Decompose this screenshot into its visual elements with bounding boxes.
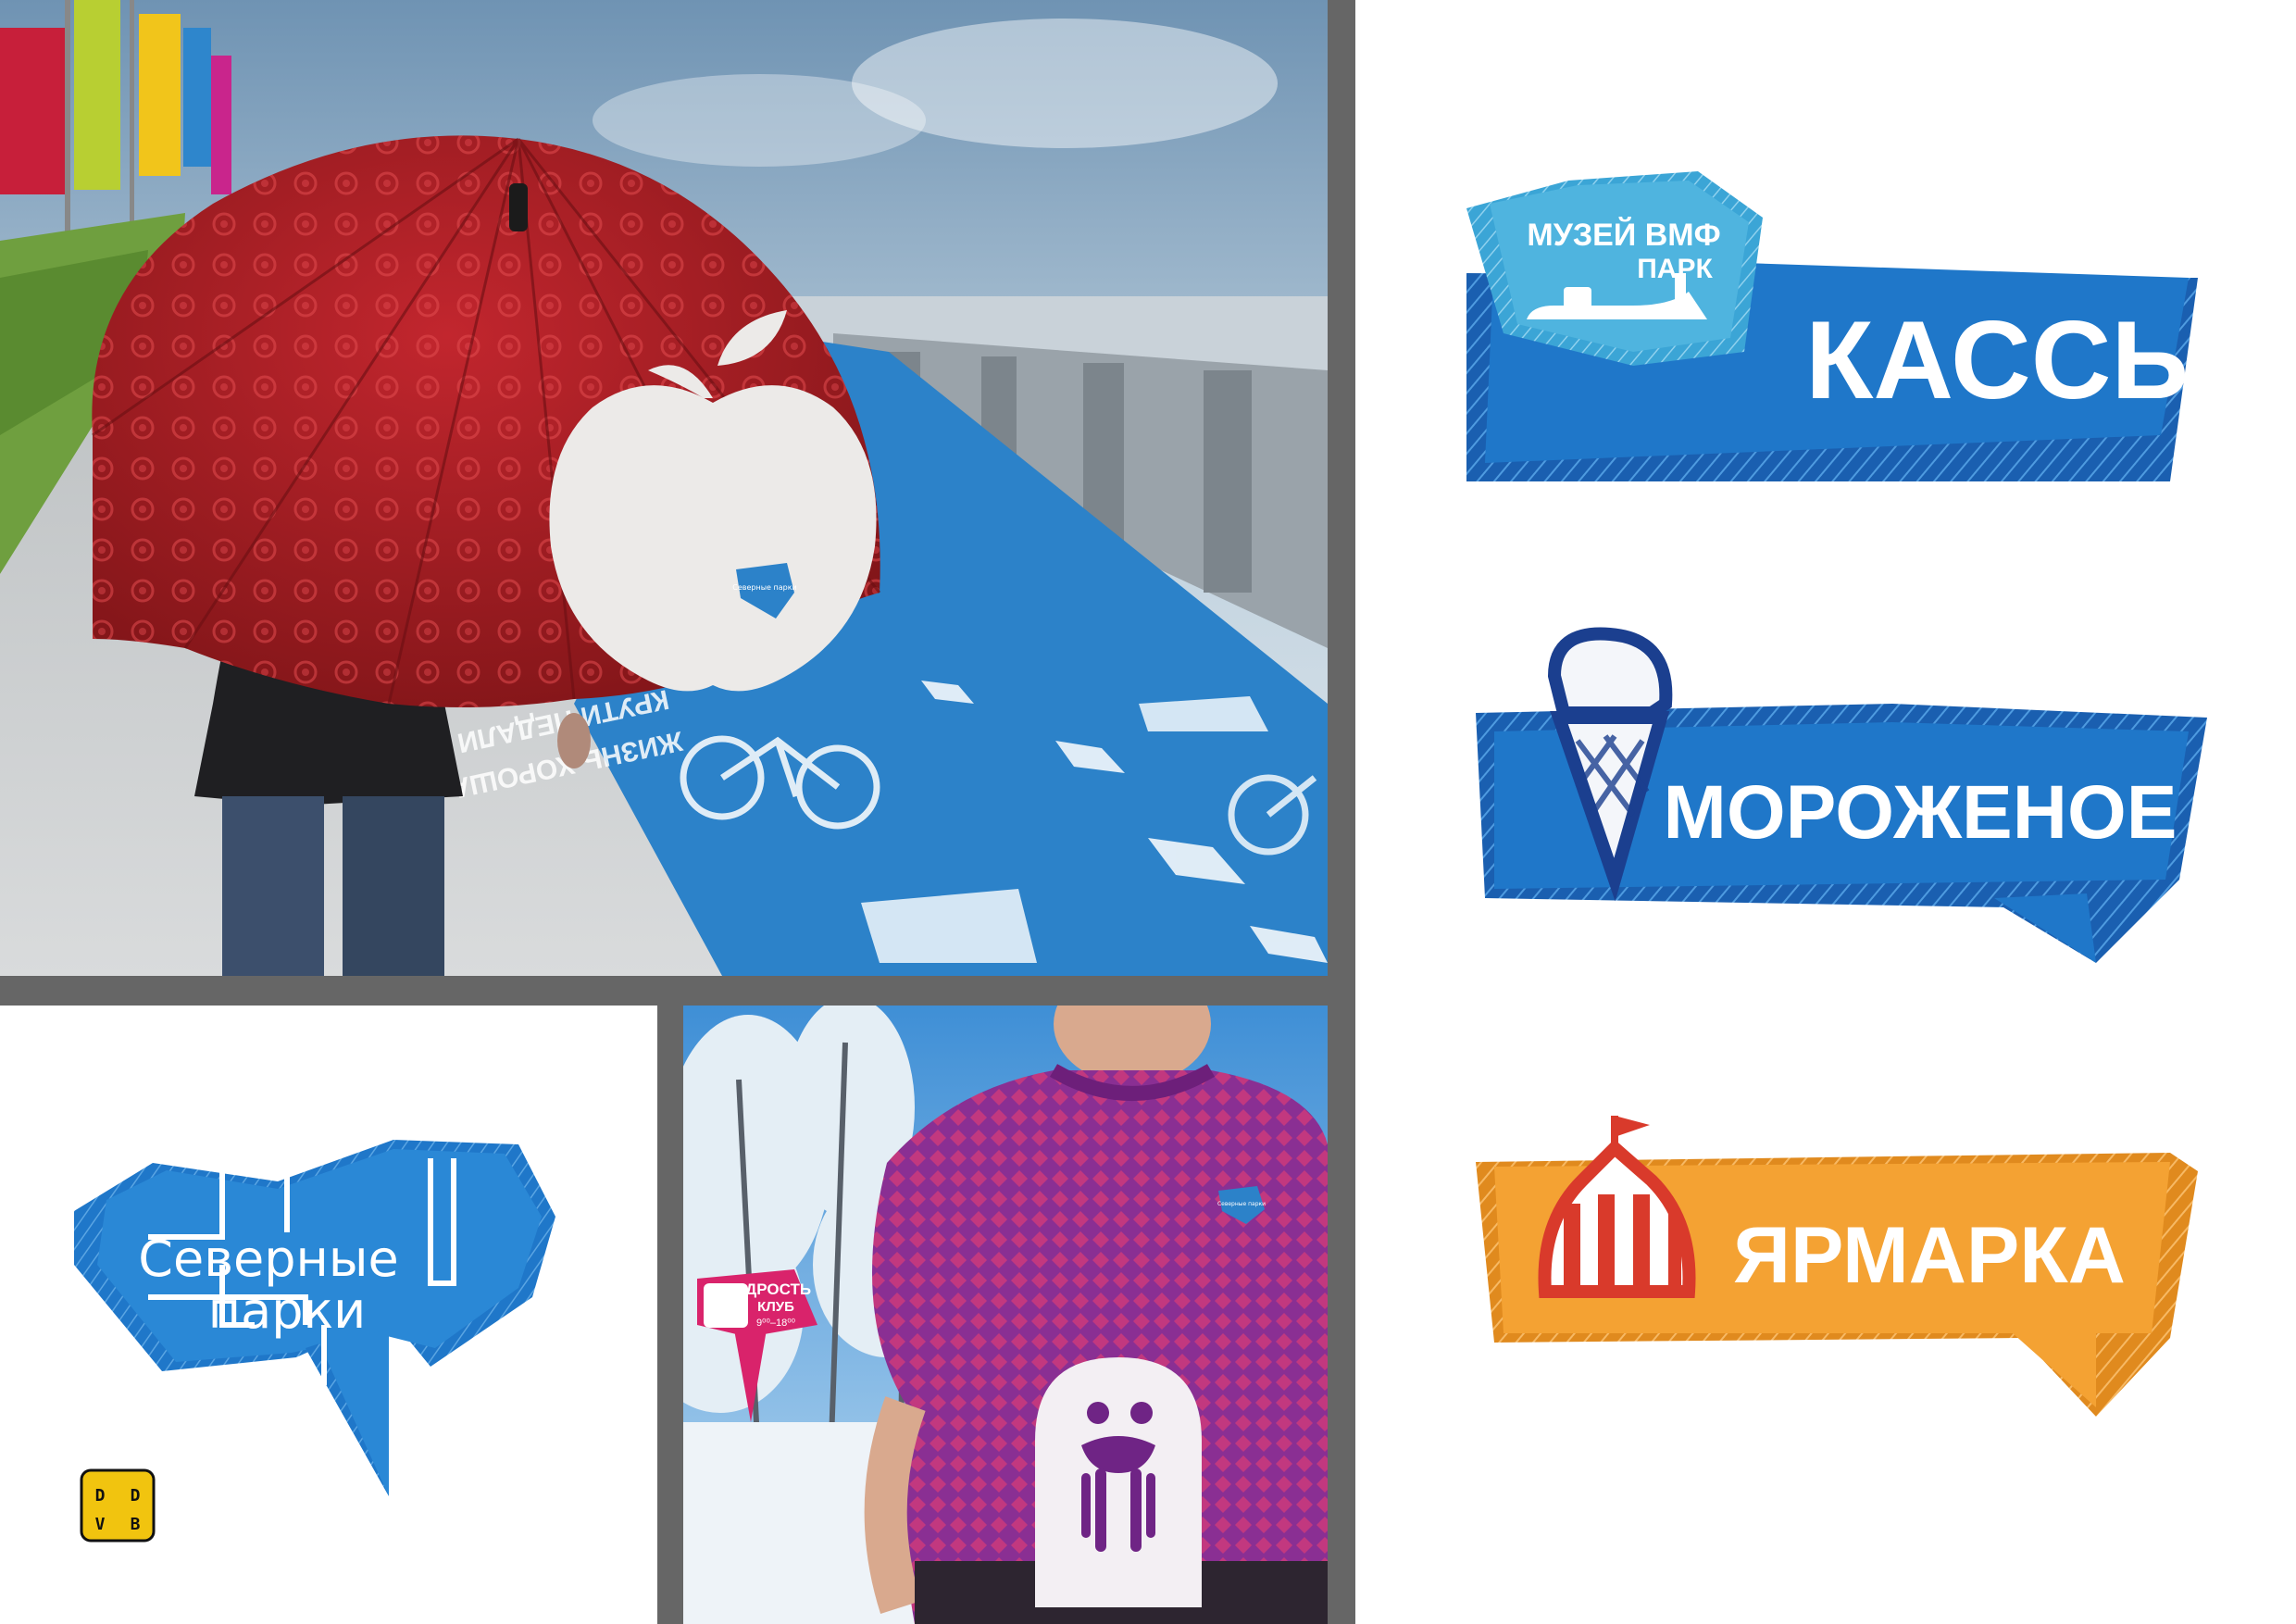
divider <box>657 1006 683 1624</box>
mini-logo-text: Северные парки <box>1217 1201 1266 1207</box>
tshirt-photo: БОДРОСТЬ КЛУБ 9⁰⁰–18⁰⁰ Северные парки <box>683 1006 1328 1624</box>
sign-label: МОРОЖЕНОЕ <box>1664 770 2177 855</box>
sign-hours: 9⁰⁰–18⁰⁰ <box>756 1318 796 1329</box>
severnye-parki-logo: Северные парки <box>74 1140 555 1496</box>
divider <box>1328 0 1355 1624</box>
ddvb-letter: V <box>95 1515 106 1534</box>
circus-tent-icon <box>1538 1116 1696 1298</box>
mini-logo-text: Северные парки <box>732 583 796 592</box>
cloud <box>593 74 926 167</box>
apple-icon <box>549 385 877 692</box>
logo-line1: Северные <box>138 1230 398 1288</box>
sign-label: ЯРМАРКА <box>1733 1211 2126 1300</box>
flag <box>211 56 231 194</box>
ddvb-logo: D D V B <box>80 1468 156 1543</box>
ddvb-letter: D <box>95 1486 106 1505</box>
ddvb-letter: D <box>131 1486 141 1505</box>
sign-kassy: МУЗЕЙ ВМФ ПАРК КАССЫ <box>1466 171 2220 481</box>
logo-panel: Северные парки D D V B <box>0 1006 657 1624</box>
badge-line1: МУЗЕЙ ВМФ <box>1527 217 1720 253</box>
umbrella-tip <box>509 183 528 231</box>
flag <box>139 14 181 176</box>
walrus-arch <box>1035 1357 1202 1607</box>
signs-panel: МУЗЕЙ ВМФ ПАРК КАССЫ МОРОЖЕНОЕ ЯРМАРКА <box>1355 0 2296 1624</box>
sign-subtitle: КЛУБ <box>757 1299 794 1315</box>
umbrella-photo: КРУТИ ПЕДАЛИ ЖИЗНЬ ХОРОША Северные парки <box>0 0 1328 976</box>
sign-morozhenoe: МОРОЖЕНОЕ <box>1476 627 2207 963</box>
logo-line2: парки <box>208 1281 366 1340</box>
flag <box>183 28 211 167</box>
flag <box>0 28 65 194</box>
divider <box>0 976 1328 1006</box>
sign-title: БОДРОСТЬ <box>722 1280 811 1298</box>
sign-yarmarka: ЯРМАРКА <box>1476 1116 2198 1417</box>
ddvb-letter: B <box>131 1515 141 1534</box>
sign-label: КАССЫ <box>1805 298 2220 422</box>
flag <box>74 0 120 190</box>
